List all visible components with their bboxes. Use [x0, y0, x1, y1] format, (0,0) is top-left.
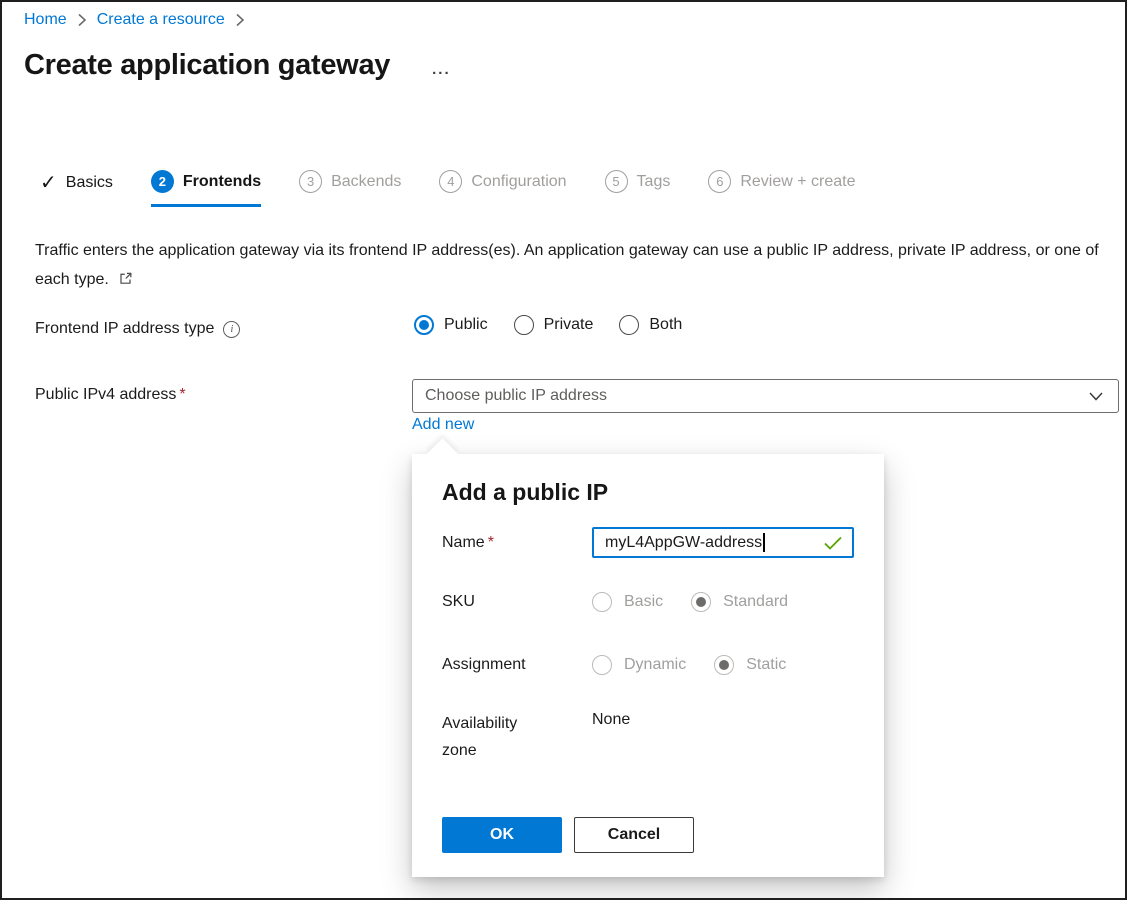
- frontend-ip-type-label: Frontend IP address type: [35, 320, 214, 338]
- page-header: Create application gateway ...: [24, 49, 451, 82]
- radio-label: Private: [544, 316, 594, 334]
- radio-option-static: Static: [714, 655, 786, 675]
- tab-frontends[interactable]: 2 Frontends: [151, 170, 261, 207]
- breadcrumb-link-home[interactable]: Home: [24, 11, 67, 29]
- add-public-ip-dialog: Add a public IP Name* myL4AppGW-address …: [412, 454, 884, 877]
- public-ip-dropdown[interactable]: Choose public IP address: [412, 379, 1119, 413]
- chevron-right-icon: [77, 13, 87, 27]
- assignment-field-row: Assignment Dynamic Static: [442, 651, 854, 678]
- external-link-icon[interactable]: [118, 267, 133, 296]
- tab-label: Basics: [66, 174, 113, 192]
- text-cursor: [763, 533, 765, 552]
- radio-icon: [691, 592, 711, 612]
- name-input-value: myL4AppGW-address: [605, 534, 762, 552]
- radio-option-standard: Standard: [691, 592, 788, 612]
- radio-label: Public: [444, 316, 488, 334]
- description-text: Traffic enters the application gateway v…: [35, 242, 1099, 288]
- valid-checkmark-icon: [823, 535, 843, 551]
- tab-label: Backends: [331, 173, 401, 191]
- sku-label: SKU: [442, 588, 554, 615]
- name-label-text: Name: [442, 534, 485, 551]
- breadcrumb-link-create-a-resource[interactable]: Create a resource: [97, 11, 225, 29]
- radio-icon: [592, 592, 612, 612]
- radio-label: Dynamic: [624, 656, 686, 674]
- tab-review-create[interactable]: 6 Review + create: [708, 170, 855, 207]
- frontend-ip-type-label-row: Frontend IP address type i: [35, 320, 240, 338]
- public-ipv4-label: Public IPv4 address: [35, 386, 176, 403]
- public-ipv4-label-row: Public IPv4 address*: [35, 386, 186, 404]
- step-number-badge: 4: [439, 170, 462, 193]
- info-icon[interactable]: i: [223, 321, 240, 338]
- radio-icon: [514, 315, 534, 335]
- tab-label: Frontends: [183, 173, 261, 191]
- tab-backends[interactable]: 3 Backends: [299, 170, 401, 207]
- radio-icon: [619, 315, 639, 335]
- radio-option-basic: Basic: [592, 592, 663, 612]
- radio-option-both[interactable]: Both: [619, 315, 682, 335]
- radio-label: Static: [746, 656, 786, 674]
- radio-option-public[interactable]: Public: [414, 315, 488, 335]
- checkmark-icon: ✓: [40, 173, 57, 193]
- more-options-button[interactable]: ...: [432, 61, 451, 78]
- radio-option-private[interactable]: Private: [514, 315, 594, 335]
- name-label: Name*: [442, 529, 554, 556]
- radio-icon: [714, 655, 734, 675]
- name-input[interactable]: myL4AppGW-address: [592, 527, 854, 558]
- tab-tags[interactable]: 5 Tags: [605, 170, 671, 207]
- dialog-buttons: OK Cancel: [442, 817, 694, 853]
- create-application-gateway-page: { "breadcrumb": { "items": [ { "label": …: [0, 0, 1127, 900]
- wizard-tabs: ✓ Basics 2 Frontends 3 Backends 4 Config…: [40, 170, 856, 207]
- cancel-button[interactable]: Cancel: [574, 817, 694, 853]
- availability-zone-label: Availability zone: [442, 710, 554, 764]
- step-number-badge: 3: [299, 170, 322, 193]
- radio-label: Basic: [624, 593, 663, 611]
- tab-label: Tags: [637, 173, 671, 191]
- tab-label: Configuration: [471, 173, 566, 191]
- radio-icon: [592, 655, 612, 675]
- name-field-row: Name* myL4AppGW-address: [442, 527, 854, 558]
- page-title: Create application gateway: [24, 49, 390, 82]
- required-marker: *: [488, 534, 494, 551]
- tab-configuration[interactable]: 4 Configuration: [439, 170, 566, 207]
- availability-zone-value: None: [592, 710, 630, 729]
- assignment-radio-group: Dynamic Static: [592, 655, 786, 675]
- radio-option-dynamic: Dynamic: [592, 655, 686, 675]
- chevron-down-icon: [1088, 388, 1104, 404]
- add-new-link[interactable]: Add new: [412, 416, 474, 434]
- dialog-title: Add a public IP: [442, 479, 854, 506]
- ok-button[interactable]: OK: [442, 817, 562, 853]
- sku-field-row: SKU Basic Standard: [442, 588, 854, 615]
- sku-radio-group: Basic Standard: [592, 592, 788, 612]
- dialog-body: Add a public IP Name* myL4AppGW-address …: [412, 454, 884, 877]
- step-number-badge: 5: [605, 170, 628, 193]
- tab-basics[interactable]: ✓ Basics: [40, 173, 113, 207]
- step-number-badge: 2: [151, 170, 174, 193]
- radio-icon: [414, 315, 434, 335]
- step-number-badge: 6: [708, 170, 731, 193]
- availability-zone-row: Availability zone None: [442, 710, 854, 764]
- radio-label: Both: [649, 316, 682, 334]
- chevron-right-icon: [235, 13, 245, 27]
- breadcrumb: Home Create a resource: [24, 11, 255, 29]
- radio-label: Standard: [723, 593, 788, 611]
- frontends-description: Traffic enters the application gateway v…: [35, 236, 1113, 296]
- dropdown-placeholder: Choose public IP address: [425, 387, 1088, 405]
- assignment-label: Assignment: [442, 651, 554, 678]
- frontend-ip-type-radio-group: Public Private Both: [414, 315, 682, 335]
- tab-label: Review + create: [740, 173, 855, 191]
- required-marker: *: [179, 386, 185, 403]
